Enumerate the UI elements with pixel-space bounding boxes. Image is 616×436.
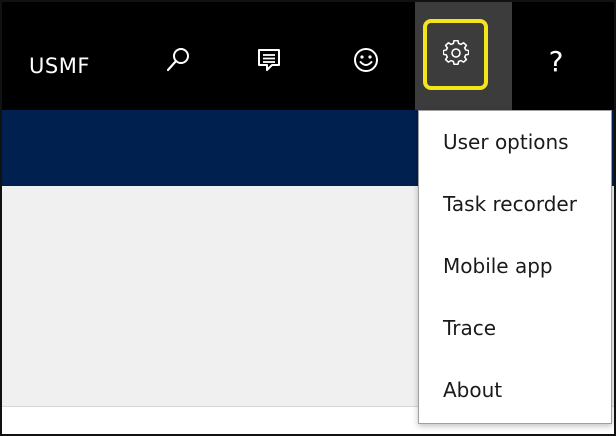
settings-dropdown-menu: User options Task recorder Mobile app Tr…	[418, 110, 612, 424]
gear-icon	[442, 39, 469, 70]
menu-item-mobile-app[interactable]: Mobile app	[419, 235, 611, 297]
settings-button[interactable]	[423, 19, 488, 90]
smiley-icon[interactable]	[342, 36, 390, 84]
company-picker[interactable]: USMF	[29, 54, 90, 78]
app-window: USMF ? User options Task recorder Mobile…	[0, 0, 616, 436]
help-icon: ?	[548, 45, 564, 78]
search-icon[interactable]	[154, 36, 202, 84]
menu-item-trace[interactable]: Trace	[419, 297, 611, 359]
menu-item-user-options[interactable]: User options	[419, 111, 611, 173]
top-nav-bar: USMF ?	[2, 2, 614, 110]
menu-item-task-recorder[interactable]: Task recorder	[419, 173, 611, 235]
feedback-icon[interactable]	[245, 36, 293, 84]
menu-item-about[interactable]: About	[419, 359, 611, 421]
help-button[interactable]: ?	[532, 38, 580, 86]
